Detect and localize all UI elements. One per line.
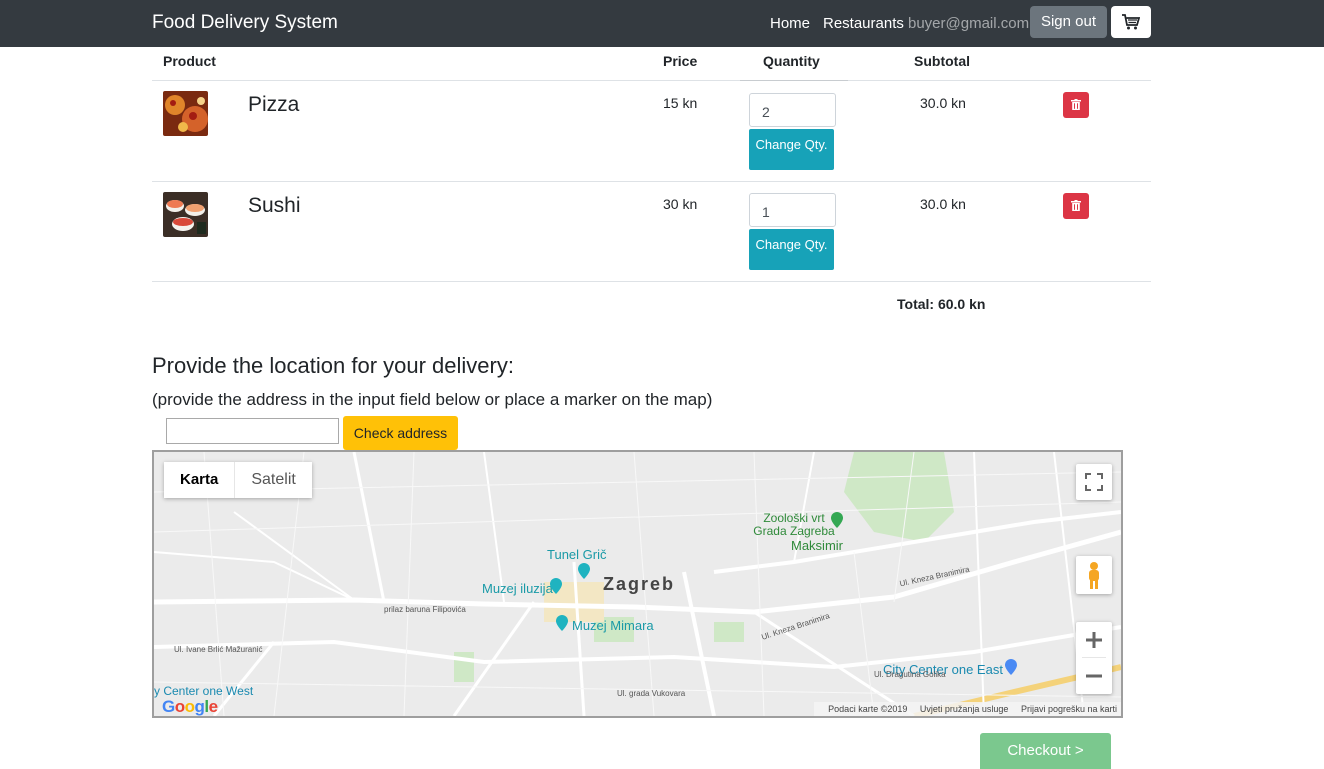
nav-home-link[interactable]: Home: [770, 15, 810, 32]
product-price: 15 kn: [663, 95, 698, 111]
city-label: Zagreb: [603, 574, 676, 594]
header-quantity: Quantity: [763, 53, 820, 69]
street-label: prilaz baruna Filipovića: [384, 605, 466, 614]
change-qty-button[interactable]: Change Qty.: [749, 129, 834, 170]
zoom-out-icon[interactable]: [1076, 658, 1112, 694]
street-label: Ul. Ivane Brlić Mažuranić: [174, 645, 263, 654]
map-pin-icon[interactable]: [578, 563, 590, 579]
trash-icon: [1071, 200, 1081, 211]
map-data-credit: Podaci karte ©2019: [828, 704, 908, 714]
street-label: Ul. grada Vukovara: [617, 689, 686, 698]
user-email: buyer@gmail.com: [908, 15, 1030, 32]
product-subtotal: 30.0 kn: [920, 95, 966, 111]
product-subtotal: 30.0 kn: [920, 196, 966, 212]
product-name: Sushi: [248, 194, 301, 217]
sushi-thumbnail: [163, 192, 208, 237]
sign-out-button[interactable]: Sign out: [1030, 6, 1107, 38]
trash-icon: [1071, 99, 1081, 110]
quantity-input[interactable]: 2: [749, 93, 836, 127]
fullscreen-icon: [1085, 473, 1103, 491]
place-label[interactable]: Zoološki vrt Grada Zagreba: [746, 512, 842, 538]
place-label[interactable]: Muzej Mimara: [572, 618, 654, 633]
map-footer: Podaci karte ©2019 Uvjeti pružanja uslug…: [814, 702, 1121, 716]
map-type-control: Karta Satelit: [164, 462, 312, 498]
google-logo: Google: [162, 697, 218, 716]
address-input[interactable]: [166, 418, 339, 444]
street-label: Ul. Dragutina Golika: [874, 670, 946, 679]
map-pin-icon[interactable]: [831, 512, 843, 528]
map-pin-icon[interactable]: [556, 615, 568, 631]
pegman-icon: [1089, 562, 1099, 589]
check-address-button[interactable]: Check address: [343, 416, 458, 450]
location-subtitle: (provide the address in the input field …: [152, 390, 713, 409]
map-type-karta[interactable]: Karta: [164, 462, 234, 498]
header-subtotal: Subtotal: [914, 53, 970, 69]
nav-restaurants-link[interactable]: Restaurants: [823, 15, 904, 32]
shopping-cart-icon: [1122, 14, 1140, 30]
quantity-input[interactable]: 1: [749, 193, 836, 227]
street-view-pegman[interactable]: [1076, 556, 1112, 594]
checkout-button[interactable]: Checkout >: [980, 733, 1111, 769]
brand-title[interactable]: Food Delivery System: [152, 12, 338, 34]
delete-button[interactable]: [1063, 193, 1089, 219]
cart-total: Total: 60.0 kn: [897, 296, 986, 312]
product-price: 30 kn: [663, 196, 698, 212]
header-price: Price: [663, 53, 698, 69]
change-qty-button[interactable]: Change Qty.: [749, 229, 834, 270]
terms-link[interactable]: Uvjeti pružanja usluge: [920, 704, 1009, 714]
header-product: Product: [163, 53, 216, 69]
map-type-satelit[interactable]: Satelit: [234, 462, 311, 498]
cart-button[interactable]: [1111, 6, 1151, 38]
map-pin-icon[interactable]: [1005, 659, 1017, 675]
zoom-control: [1076, 622, 1112, 694]
place-label[interactable]: y Center one West: [154, 684, 253, 698]
zoom-in-icon[interactable]: [1076, 622, 1112, 658]
place-label: Maksimir: [791, 538, 843, 553]
place-label[interactable]: Tunel Grič: [547, 547, 606, 562]
location-title: Provide the location for your delivery:: [152, 353, 514, 378]
divider: [740, 80, 848, 81]
navbar: Food Delivery System Home Restaurants bu…: [0, 0, 1324, 47]
report-error-link[interactable]: Prijavi pogrešku na karti: [1021, 704, 1117, 714]
delete-button[interactable]: [1063, 92, 1089, 118]
divider: [152, 80, 1151, 81]
divider: [152, 181, 1151, 182]
fullscreen-button[interactable]: [1076, 464, 1112, 500]
pizza-thumbnail: [163, 91, 208, 136]
divider: [152, 281, 1151, 282]
map-pin-icon[interactable]: [550, 578, 562, 594]
place-label[interactable]: Muzej iluzija: [482, 581, 553, 596]
delivery-map[interactable]: Karta Satelit Zagreb Tunel Grič Muzej il…: [152, 450, 1123, 718]
product-name: Pizza: [248, 93, 300, 116]
